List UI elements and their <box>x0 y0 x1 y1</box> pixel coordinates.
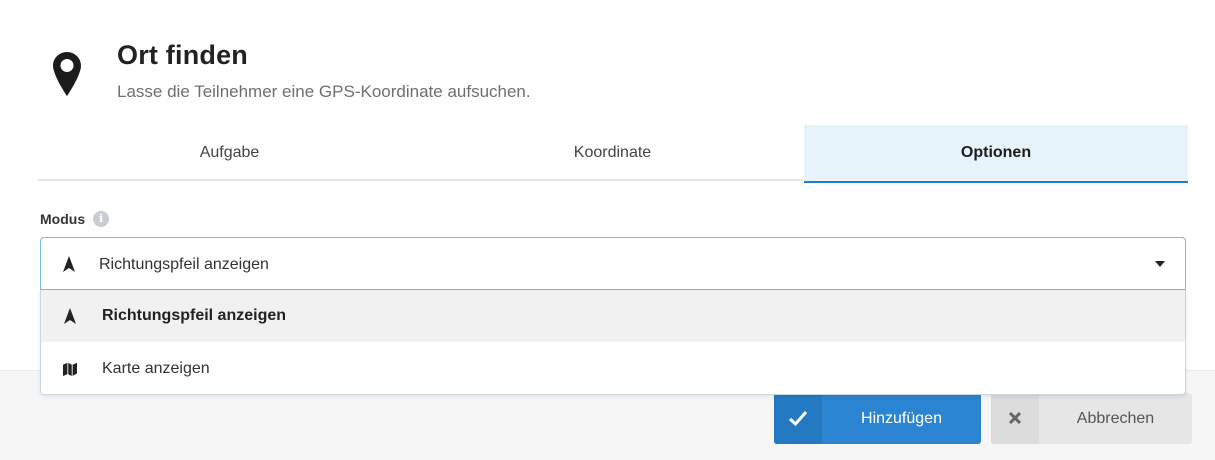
cancel-button-icon-box <box>991 393 1039 444</box>
tab-bar: Aufgabe Koordinate Optionen <box>38 125 1188 183</box>
modus-dropdown-menu: Richtungspfeil anzeigen Karte anzeigen <box>40 290 1186 395</box>
add-button[interactable]: Hinzufügen <box>774 393 981 444</box>
modus-label-text: Modus <box>40 211 86 227</box>
info-icon[interactable]: i <box>93 211 110 227</box>
direction-arrow-icon <box>63 256 75 272</box>
cancel-button[interactable]: Abbrechen <box>991 393 1192 444</box>
tab-optionen[interactable]: Optionen <box>804 125 1188 183</box>
tab-aufgabe[interactable]: Aufgabe <box>38 125 421 181</box>
tab-koordinate[interactable]: Koordinate <box>421 125 804 181</box>
check-icon <box>789 411 807 426</box>
dropdown-option-richtungspfeil[interactable]: Richtungspfeil anzeigen <box>41 290 1185 342</box>
dropdown-option-karte[interactable]: Karte anzeigen <box>41 343 1185 395</box>
page-subtitle: Lasse die Teilnehmer eine GPS-Koordinate… <box>117 82 531 101</box>
page-title: Ort finden <box>117 40 248 70</box>
map-icon <box>63 362 77 376</box>
add-button-label: Hinzufügen <box>861 410 942 427</box>
map-pin-icon <box>53 52 81 96</box>
modus-label: Modus i <box>40 211 110 227</box>
cancel-button-label: Abbrechen <box>1076 410 1155 427</box>
close-icon <box>1008 411 1022 425</box>
modus-selected-value: Richtungspfeil anzeigen <box>99 256 269 273</box>
dropdown-option-label: Richtungspfeil anzeigen <box>102 307 287 324</box>
page-header: Ort finden Lasse die Teilnehmer eine GPS… <box>53 40 753 110</box>
dropdown-option-label: Karte anzeigen <box>102 360 210 377</box>
direction-arrow-icon <box>64 308 76 324</box>
add-button-icon-box <box>774 393 822 444</box>
caret-down-icon <box>1155 261 1165 267</box>
modus-select[interactable]: Richtungspfeil anzeigen <box>40 237 1186 290</box>
